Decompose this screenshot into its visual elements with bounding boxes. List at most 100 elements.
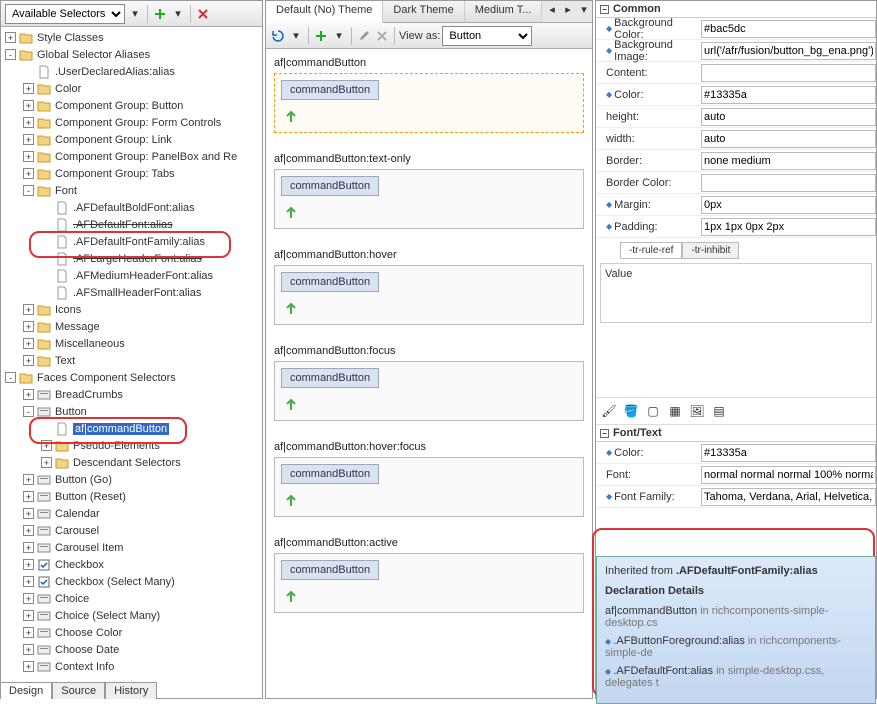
command-button-preview[interactable]: commandButton	[281, 272, 379, 292]
tree-twisty[interactable]: +	[23, 355, 34, 366]
tree-label[interactable]: Icons	[55, 304, 81, 316]
tree-node[interactable]: - Font	[1, 182, 262, 199]
tree-twisty[interactable]: +	[23, 593, 34, 604]
tree-label[interactable]: Component Group: Link	[55, 134, 172, 146]
tree-label[interactable]: Button (Reset)	[55, 491, 126, 503]
tree-node[interactable]: + Checkbox	[1, 556, 262, 573]
tree-twisty[interactable]: +	[23, 644, 34, 655]
tree-label[interactable]: Component Group: Form Controls	[55, 117, 221, 129]
cat-fill-icon[interactable]: 🪣	[622, 402, 640, 420]
view-as-dropdown[interactable]: Button	[442, 26, 532, 46]
tree-label[interactable]: Faces Component Selectors	[37, 372, 176, 384]
tree-twisty[interactable]: -	[23, 185, 34, 196]
tree-label[interactable]: .AFSmallHeaderFont:alias	[73, 287, 201, 299]
tree-label[interactable]: Choose Date	[55, 644, 119, 656]
property-input[interactable]	[701, 174, 876, 192]
tree-label[interactable]: Choice	[55, 593, 89, 605]
tr-rule-ref-tab[interactable]: -tr-rule-ref	[620, 242, 682, 259]
tree-node[interactable]: + Choose Date	[1, 641, 262, 658]
tree-node[interactable]: +Color	[1, 80, 262, 97]
theme-tab[interactable]: Medium T...	[465, 1, 543, 22]
tree-node[interactable]: +Checkbox (Select Many)	[1, 573, 262, 590]
tree-node[interactable]: +Style Classes	[1, 29, 262, 46]
tree-twisty[interactable]: +	[23, 321, 34, 332]
property-input[interactable]	[701, 196, 876, 214]
tree-node[interactable]: + Button (Reset)	[1, 488, 262, 505]
fonttext-section-header[interactable]: − Font/Text	[596, 425, 876, 442]
tree-twisty[interactable]: +	[23, 134, 34, 145]
tree-twisty[interactable]: +	[23, 525, 34, 536]
tree-twisty[interactable]: +	[23, 389, 34, 400]
tree-twisty[interactable]: -	[5, 372, 16, 383]
refresh-dropdown-icon[interactable]: ▾	[288, 28, 304, 44]
tree-node[interactable]: + Context Info	[1, 658, 262, 675]
tree-twisty[interactable]: +	[23, 100, 34, 111]
property-input[interactable]	[701, 152, 876, 170]
tree-node[interactable]: af|commandButton	[1, 420, 262, 437]
tree-node[interactable]: +Choose Color	[1, 624, 262, 641]
tree-label[interactable]: Context Info	[55, 661, 114, 673]
tree-twisty[interactable]: +	[23, 83, 34, 94]
theme-tab[interactable]: Dark Theme	[383, 1, 464, 22]
cat-box-icon[interactable]: ▢	[644, 402, 662, 420]
property-input[interactable]	[701, 218, 876, 236]
tree-node[interactable]: -Button	[1, 403, 262, 420]
tree-twisty[interactable]: +	[23, 151, 34, 162]
tree-node[interactable]: .AFLargeHeaderFont:alias	[1, 250, 262, 267]
property-input[interactable]	[701, 488, 876, 506]
tree-twisty[interactable]: +	[23, 338, 34, 349]
add-dropdown-icon[interactable]: ▾	[170, 6, 186, 22]
dropdown-arrow-icon[interactable]: ▾	[127, 6, 143, 22]
collapse-icon[interactable]: −	[600, 5, 609, 14]
tree-label[interactable]: Button (Go)	[55, 474, 112, 486]
selector-tree[interactable]: +Style Classes-Global Selector Aliases .…	[1, 27, 262, 698]
tree-label[interactable]: Global Selector Aliases	[37, 49, 150, 61]
tree-label[interactable]: Style Classes	[37, 32, 104, 44]
tree-label[interactable]: Checkbox (Select Many)	[55, 576, 175, 588]
delete-icon[interactable]	[195, 6, 211, 22]
property-input[interactable]	[701, 42, 876, 60]
tree-label[interactable]: .AFDefaultFont:alias	[73, 219, 173, 231]
command-button-preview[interactable]: commandButton	[281, 368, 379, 388]
tree-twisty[interactable]: +	[23, 610, 34, 621]
tree-node[interactable]: + Icons	[1, 301, 262, 318]
bottom-tab[interactable]: History	[105, 682, 157, 699]
tab-menu-icon[interactable]: ▾	[576, 1, 592, 17]
property-input[interactable]	[701, 108, 876, 126]
available-selectors-dropdown[interactable]: Available Selectors	[5, 4, 125, 24]
tree-node[interactable]: .AFDefaultFont:alias	[1, 216, 262, 233]
tree-label[interactable]: Choice (Select Many)	[55, 610, 160, 622]
tree-node[interactable]: .AFDefaultFontFamily:alias	[1, 233, 262, 250]
tree-twisty[interactable]: +	[23, 304, 34, 315]
tree-node[interactable]: + Choice (Select Many)	[1, 607, 262, 624]
add2-dropdown-icon[interactable]: ▾	[331, 28, 347, 44]
property-input[interactable]	[701, 64, 876, 82]
tree-label[interactable]: BreadCrumbs	[55, 389, 123, 401]
tree-node[interactable]: +Carousel	[1, 522, 262, 539]
theme-tab[interactable]: Default (No) Theme	[266, 1, 383, 23]
tree-label[interactable]: .AFMediumHeaderFont:alias	[73, 270, 213, 282]
tree-label[interactable]: Checkbox	[55, 559, 104, 571]
tree-twisty[interactable]: +	[23, 661, 34, 672]
tree-twisty[interactable]: +	[23, 117, 34, 128]
tree-node[interactable]: + BreadCrumbs	[1, 386, 262, 403]
tree-label[interactable]: Carousel Item	[55, 542, 123, 554]
tree-twisty[interactable]: +	[23, 491, 34, 502]
tree-twisty[interactable]: +	[23, 559, 34, 570]
tree-label[interactable]: Message	[55, 321, 100, 333]
tree-label[interactable]: .UserDeclaredAlias:alias	[55, 66, 175, 78]
tr-inhibit-tab[interactable]: -tr-inhibit	[682, 242, 739, 259]
tree-label[interactable]: Component Group: PanelBox and Re	[55, 151, 237, 163]
cat-layout-icon[interactable]: ▦	[666, 402, 684, 420]
tree-label[interactable]: Font	[55, 185, 77, 197]
add2-icon[interactable]	[313, 28, 329, 44]
tree-node[interactable]: .AFMediumHeaderFont:alias	[1, 267, 262, 284]
command-button-preview[interactable]: commandButton	[281, 80, 379, 100]
tree-twisty[interactable]: +	[41, 440, 52, 451]
cat-paint-icon[interactable]: 🖌	[600, 402, 618, 420]
refresh-icon[interactable]	[270, 28, 286, 44]
property-input[interactable]	[701, 466, 876, 484]
tree-node[interactable]: .AFSmallHeaderFont:alias	[1, 284, 262, 301]
tree-twisty[interactable]: +	[23, 474, 34, 485]
bottom-tab[interactable]: Source	[52, 682, 105, 699]
